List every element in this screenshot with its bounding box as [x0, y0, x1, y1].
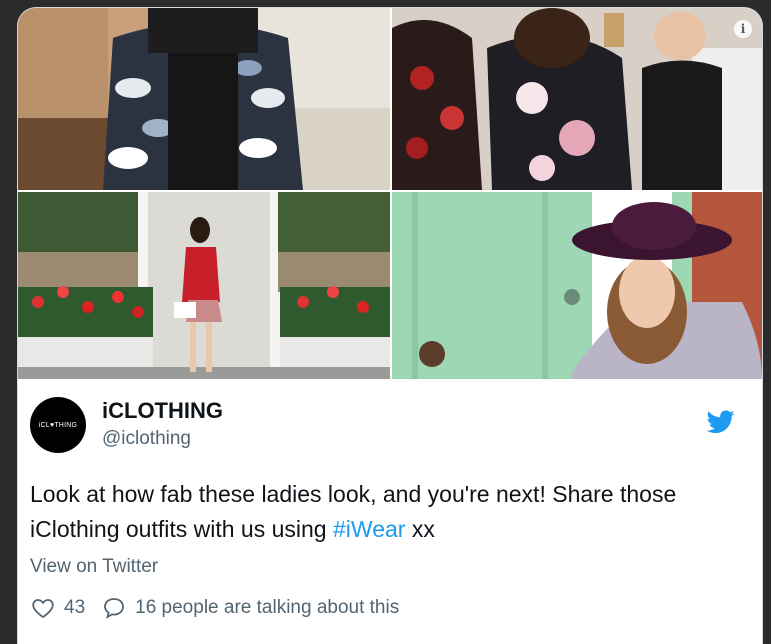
- info-icon[interactable]: i: [734, 20, 752, 38]
- tweet-text-end: xx: [405, 516, 435, 542]
- photo-hat[interactable]: [392, 192, 762, 379]
- like-count[interactable]: 43: [64, 597, 85, 619]
- photo-selfie-group[interactable]: i: [392, 8, 762, 190]
- heart-icon[interactable]: [30, 596, 56, 620]
- avatar[interactable]: iCL♥THING: [30, 397, 86, 453]
- view-on-twitter-link[interactable]: View on Twitter: [30, 556, 158, 578]
- photo-fur-coat[interactable]: [18, 8, 390, 190]
- twitter-bird-icon[interactable]: [707, 410, 735, 434]
- photo-grid: i: [18, 8, 762, 379]
- tweet-actions: 43 16 people are talking about this: [30, 596, 399, 620]
- tweet-text: Look at how fab these ladies look, and y…: [30, 477, 720, 547]
- account-handle[interactable]: @iclothing: [102, 428, 191, 450]
- hashtag-link[interactable]: #iWear: [333, 516, 405, 542]
- photo-red-jacket[interactable]: [18, 192, 390, 379]
- reply-icon[interactable]: [101, 596, 127, 620]
- talking-count[interactable]: 16 people are talking about this: [135, 597, 399, 619]
- tweet-card[interactable]: i iCL♥THING iCLOTHING @iclothing Look at…: [18, 8, 762, 644]
- account-name[interactable]: iCLOTHING: [102, 398, 223, 424]
